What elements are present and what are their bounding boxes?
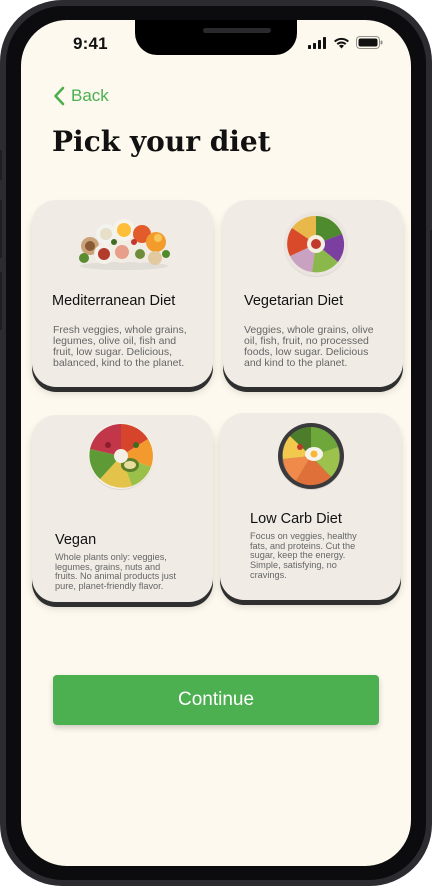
diet-card-description: Fresh veggies, whole grains, legumes, ol… bbox=[53, 324, 187, 370]
diet-card-vegan[interactable]: Vegan Whole plants only: veggies, legume… bbox=[32, 415, 213, 602]
phone-frame: 9:41 Back Pick your diet Mediterranean D… bbox=[0, 0, 432, 886]
status-time: 9:41 bbox=[73, 34, 108, 53]
wifi-icon bbox=[334, 37, 349, 48]
diet-card-mediterranean[interactable]: Mediterranean Diet Fresh veggies, whole … bbox=[32, 200, 213, 387]
diet-card-title: Vegetarian Diet bbox=[244, 293, 344, 309]
page-title: Pick your diet bbox=[52, 125, 271, 158]
volume-down-button bbox=[0, 272, 2, 330]
volume-up-button bbox=[0, 200, 2, 258]
diet-card-low-carb[interactable]: Low Carb Diet Focus on veggies, healthy … bbox=[220, 413, 401, 600]
diet-card-description: Whole plants only: veggies, legumes, gra… bbox=[55, 552, 177, 591]
low-carb-bowl-icon bbox=[278, 423, 344, 490]
diet-card-vegetarian[interactable]: Vegetarian Diet Veggies, whole grains, o… bbox=[223, 200, 403, 387]
diet-card-title: Mediterranean Diet bbox=[52, 293, 176, 309]
cellular-signal-icon bbox=[308, 36, 326, 49]
back-button[interactable]: Back bbox=[53, 86, 109, 106]
diet-card-title: Vegan bbox=[55, 532, 97, 548]
mute-switch bbox=[0, 150, 2, 180]
diet-card-description: Veggies, whole grains, olive oil, fish, … bbox=[244, 324, 374, 370]
vegan-platter-icon bbox=[88, 423, 154, 490]
status-icons bbox=[308, 36, 383, 49]
earpiece-speaker bbox=[203, 28, 271, 33]
mediterranean-food-icon bbox=[79, 219, 170, 270]
vegetarian-bowl-icon bbox=[284, 212, 348, 277]
app-screen: 9:41 Back Pick your diet Mediterranean D… bbox=[21, 20, 411, 866]
diet-card-title: Low Carb Diet bbox=[250, 511, 342, 527]
chevron-left-icon bbox=[54, 86, 65, 106]
back-label: Back bbox=[71, 86, 109, 105]
battery-icon bbox=[356, 36, 383, 49]
diet-card-description: Focus on veggies, healthy fats, and prot… bbox=[250, 531, 357, 580]
notch bbox=[135, 20, 297, 55]
continue-button[interactable]: Continue bbox=[53, 675, 379, 725]
